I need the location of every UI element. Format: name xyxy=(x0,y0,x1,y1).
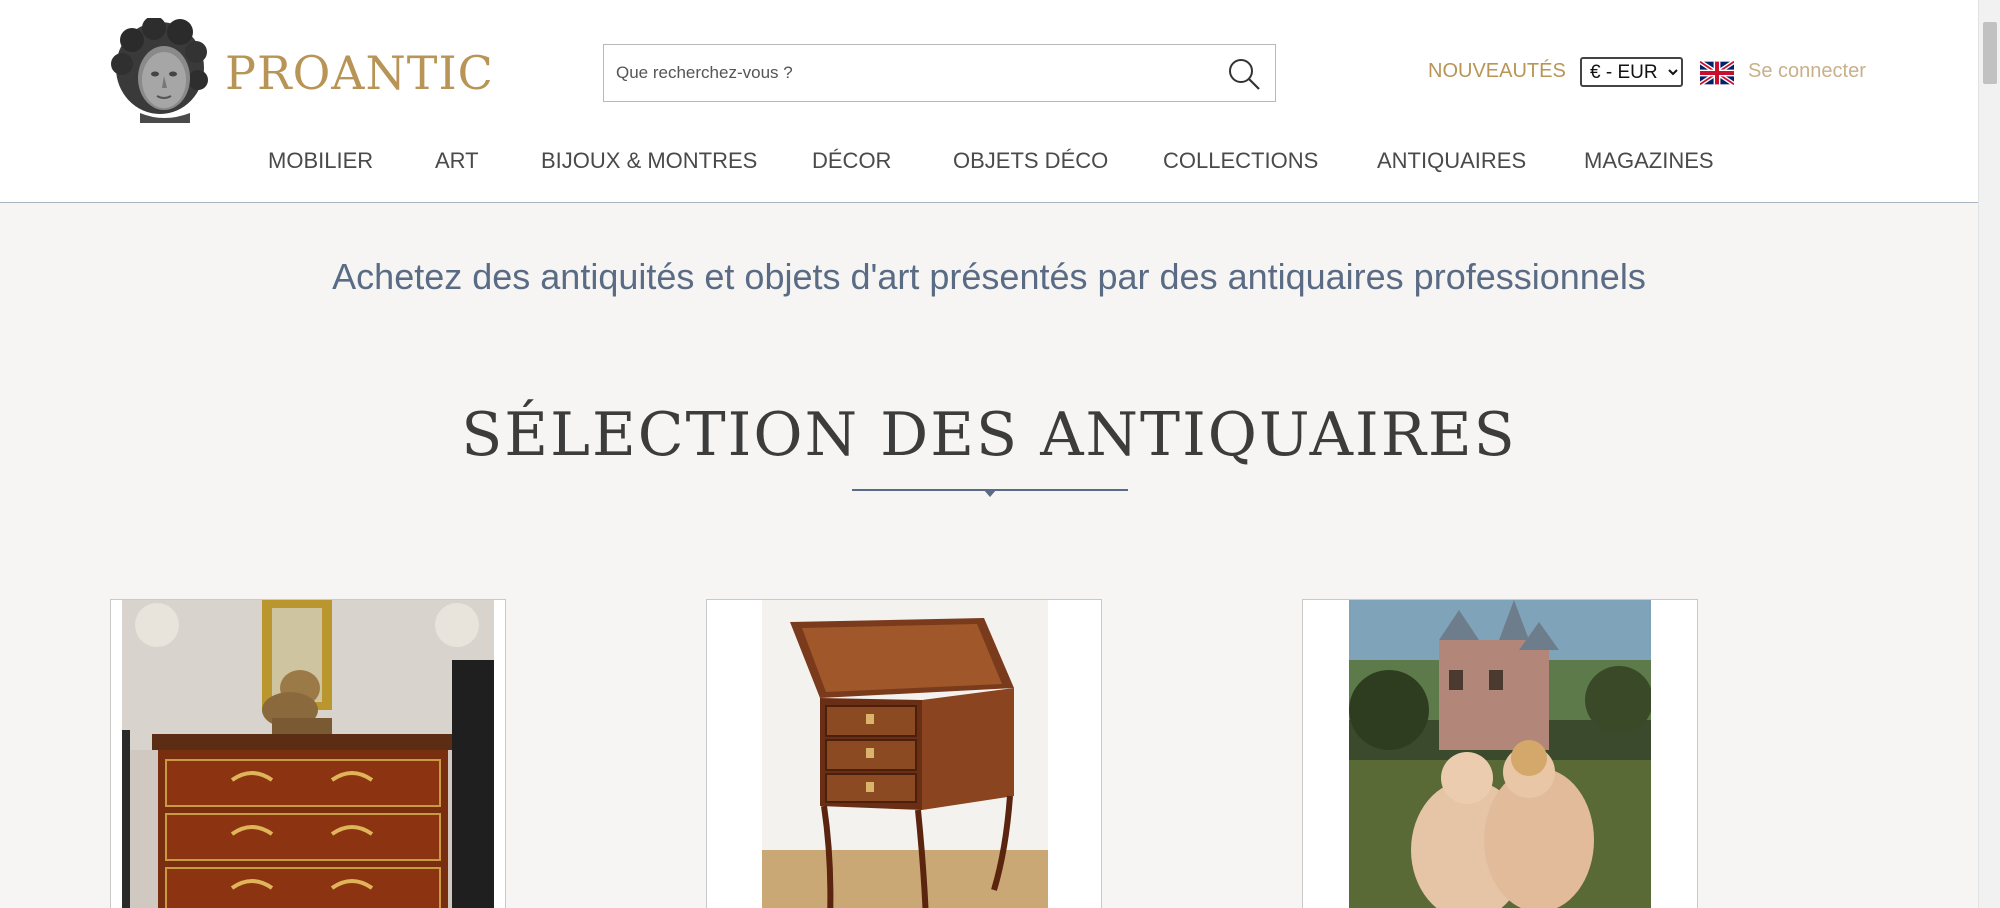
section-title: SÉLECTION DES ANTIQUAIRES xyxy=(461,400,1517,470)
nav-item-magazines[interactable]: MAGAZINES xyxy=(1584,148,1714,174)
search-box[interactable] xyxy=(603,44,1276,102)
page-scrollbar[interactable] xyxy=(1978,0,2000,908)
currency-select[interactable]: € - EUR xyxy=(1580,57,1683,87)
commode-with-putto-photo[interactable] xyxy=(122,600,494,908)
side-table-photo[interactable] xyxy=(762,600,1048,908)
search-input[interactable] xyxy=(616,45,1216,101)
page-tagline: Achetez des antiquités et objets d'art p… xyxy=(332,256,1646,297)
divider-arrow-icon xyxy=(983,489,997,497)
nav-item-bijoux-montres[interactable]: BIJOUX & MONTRES xyxy=(541,148,757,174)
new-arrivals-link[interactable]: NOUVEAUTÉS xyxy=(1428,60,1566,83)
product-card[interactable] xyxy=(110,599,506,908)
product-card[interactable] xyxy=(706,599,1102,908)
nav-item-mobilier[interactable]: MOBILIER xyxy=(268,148,373,174)
nav-item-collections[interactable]: COLLECTIONS xyxy=(1163,148,1318,174)
site-header: PROANTIC NOUVEAUTÉS € - EUR Se connecter… xyxy=(0,0,1978,203)
nav-item-art[interactable]: ART xyxy=(435,148,479,174)
login-link[interactable]: Se connecter xyxy=(1748,60,1866,83)
product-card[interactable] xyxy=(1302,599,1698,908)
logo-bust-icon[interactable] xyxy=(110,18,210,123)
nav-item-decor[interactable]: DÉCOR xyxy=(812,148,891,174)
scrollbar-thumb[interactable] xyxy=(1983,22,1997,84)
search-icon[interactable] xyxy=(1227,57,1261,91)
nav-item-objets-deco[interactable]: OBJETS DÉCO xyxy=(953,148,1108,174)
painting-kissing-children-photo[interactable] xyxy=(1349,600,1651,908)
main-nav: MOBILIER ART BIJOUX & MONTRES DÉCOR OBJE… xyxy=(0,148,1978,180)
nav-item-antiquaires[interactable]: ANTIQUAIRES xyxy=(1377,148,1526,174)
brand-logo-text[interactable]: PROANTIC xyxy=(225,46,494,100)
uk-flag-icon[interactable] xyxy=(1700,61,1734,85)
